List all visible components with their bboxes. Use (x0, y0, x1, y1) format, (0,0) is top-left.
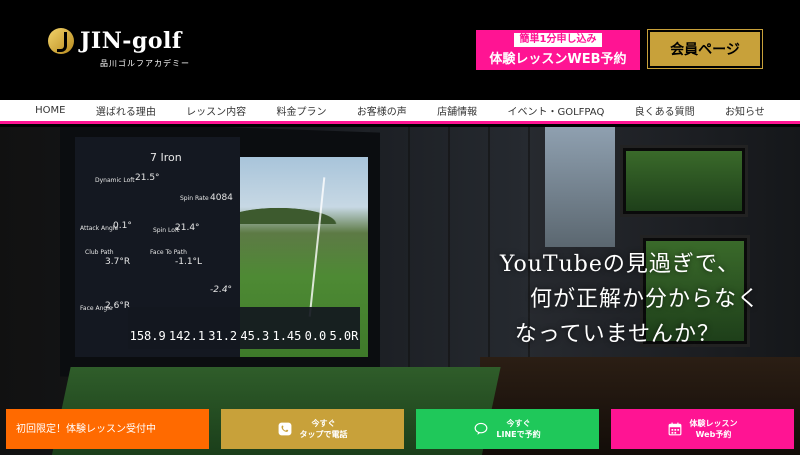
nav-lessons[interactable]: レッスン内容 (186, 103, 246, 118)
club-path-label: Club Path (85, 249, 114, 256)
hero-line-2: 何が正解か分からなく (529, 287, 760, 312)
nav-faq[interactable]: 良くある質問 (635, 103, 695, 118)
nav-testimonials[interactable]: お客様の声 (357, 103, 407, 118)
trial-badge: 簡単1分申し込み (513, 33, 603, 47)
nav-news[interactable]: お知らせ (725, 103, 765, 118)
line-booking-label: 今すぐ LINEで予約 (496, 419, 541, 439)
site-header: JIN-golf 品川ゴルフアカデミー 簡単1分申し込み 体験レッスンWEB予約… (0, 0, 800, 100)
logo-subtitle: 品川ゴルフアカデミー (100, 59, 190, 68)
dynamic-loft-label: Dynamic Loft (95, 177, 135, 184)
hero-line-1: YouTubeの見過ぎで、 (499, 252, 740, 277)
spin-rate-value: 4084 (210, 193, 233, 203)
stat-value: 45.3 (240, 329, 270, 343)
logo-text: JIN-golf (80, 28, 182, 54)
stat-value: 142.1 (168, 329, 206, 343)
bottom-action-bar: 初回限定！体験レッスン受付中 今すぐ タップで電話 今すぐ LINEで予約 体験… (0, 405, 800, 455)
nav-pricing[interactable]: 料金プラン (276, 103, 326, 118)
jin-logo-icon (48, 28, 74, 54)
spin-loft-value: 21.4° (175, 223, 200, 233)
face-to-path-label: Face To Path (150, 249, 187, 256)
nav-reasons[interactable]: 選ばれる理由 (96, 103, 156, 118)
stat-value: 5.0R (329, 329, 359, 343)
club-label: 7 Iron (150, 151, 182, 164)
phone-icon (278, 422, 291, 436)
club-path-value: 3.7°R (105, 257, 131, 267)
site-logo[interactable]: JIN-golf (48, 28, 182, 54)
nav-store-info[interactable]: 店舗情報 (437, 103, 477, 118)
stat-value: 158.9 (129, 329, 166, 343)
chat-bubble-icon (474, 422, 488, 435)
trial-lesson-web-booking-button[interactable]: 簡単1分申し込み 体験レッスンWEB予約 (476, 30, 640, 70)
member-label: 会員ページ (670, 42, 740, 58)
hero-line-3: なっていませんか？ (514, 322, 720, 347)
call-now-label: 今すぐ タップで電話 (299, 419, 348, 439)
spin-axis-value: -2.4° (210, 285, 233, 295)
line-booking-button[interactable]: 今すぐ LINEで予約 (416, 409, 599, 449)
nav-home[interactable]: HOME (35, 105, 65, 116)
calendar-icon (668, 422, 681, 436)
face-to-path-value: -1.1°L (175, 257, 203, 267)
web-booking-label: 体験レッスン Web予約 (689, 419, 738, 439)
hero-window (545, 127, 615, 247)
stat-value: 1.45 (272, 329, 302, 343)
member-page-button[interactable]: 会員ページ (647, 29, 763, 69)
hero-headline: YouTubeの見過ぎで、 何が正解か分からなく なっていませんか？ (420, 247, 760, 352)
call-now-button[interactable]: 今すぐ タップで電話 (221, 409, 404, 449)
web-booking-button[interactable]: 体験レッスン Web予約 (611, 409, 794, 449)
main-nav: HOME 選ばれる理由 レッスン内容 料金プラン お客様の声 店舗情報 イベント… (0, 100, 800, 124)
limited-offer-banner[interactable]: 初回限定！体験レッスン受付中 (6, 409, 209, 449)
stat-value: 31.2 (208, 329, 238, 343)
swing-monitor-top (620, 145, 748, 217)
dynamic-loft-value: 21.5° (135, 173, 160, 183)
stat-value: 0.0 (304, 329, 327, 343)
attack-angle-value: 0.1° (113, 221, 132, 231)
simulator-stats-bar: 158.9 142.1 31.2 45.3 1.45 0.0 5.0R (128, 307, 360, 349)
limited-offer-text: 初回限定！体験レッスン受付中 (16, 423, 156, 435)
nav-events[interactable]: イベント・GOLFPAQ (507, 103, 604, 118)
spin-rate-label: Spin Rate (180, 195, 209, 202)
face-angle-value: 2.6°R (105, 301, 131, 311)
trial-label: 体験レッスンWEB予約 (489, 52, 627, 67)
